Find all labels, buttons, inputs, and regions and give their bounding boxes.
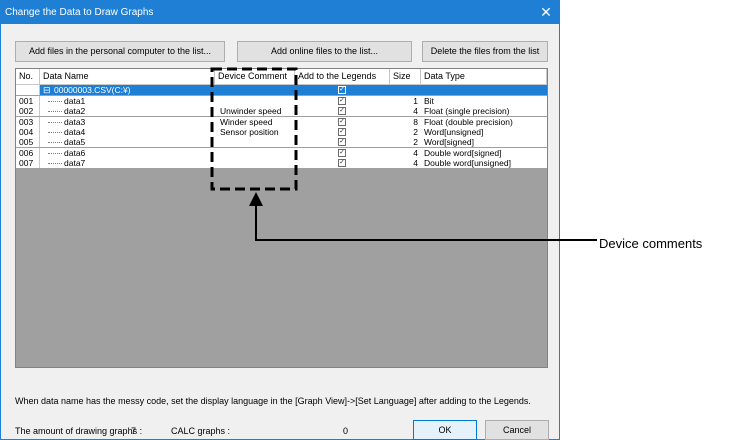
table-row[interactable]: 003 data3 Winder speed ✓ 8 Float (double prec… (16, 116, 547, 127)
data-name-cell: data7 (64, 157, 86, 168)
data-type-cell: Word[signed] (424, 137, 474, 148)
data-name-cell: data3 (64, 116, 86, 127)
calc-graphs-value: 0 (343, 426, 349, 436)
tree-connector (48, 142, 62, 144)
dialog-title: Change the Data to Draw Graphs (5, 7, 154, 18)
row-number: 002 (16, 106, 40, 117)
legend-checkbox[interactable]: ✓ (338, 117, 346, 126)
file-name: 00000003.CSV(C:¥) (54, 85, 131, 95)
column-header-data-type[interactable]: Data Type (421, 69, 547, 85)
delete-files-button[interactable]: Delete the files from the list (422, 41, 548, 62)
add-pc-files-button[interactable]: Add files in the personal computer to th… (15, 41, 225, 62)
row-number: 001 (16, 96, 40, 106)
data-type-cell: Double word[signed] (424, 147, 502, 158)
collapse-icon[interactable]: ⊟ (43, 85, 51, 95)
legend-checkbox[interactable]: ✓ (338, 138, 346, 147)
data-grid[interactable]: No. Data Name Device Comment Add to the … (15, 68, 548, 368)
data-type-cell: Float (double precision) (424, 116, 513, 127)
legend-checkbox[interactable]: ✓ (338, 148, 346, 157)
size-cell: 1 (413, 96, 418, 106)
data-type-cell: Word[unsigned] (424, 126, 484, 137)
tree-connector (48, 111, 62, 113)
column-header-no[interactable]: No. (16, 69, 40, 85)
cancel-button[interactable]: Cancel (485, 420, 549, 440)
column-header-device-comment[interactable]: Device Comment (215, 69, 295, 85)
row-number: 007 (16, 157, 40, 168)
device-comment-cell: Unwinder speed (220, 106, 282, 117)
data-type-cell: Bit (424, 96, 434, 106)
messy-code-note: When data name has the messy code, set t… (15, 396, 531, 406)
tree-connector (48, 152, 62, 154)
size-cell: 2 (413, 126, 418, 137)
legend-checkbox[interactable]: ✓ (338, 158, 346, 167)
drawing-graphs-label: The amount of drawing graphs : (15, 426, 143, 436)
table-row[interactable]: 001 data1 ✓ 1 Bit (16, 96, 547, 106)
legend-checkbox[interactable]: ✓ (338, 107, 346, 116)
row-number: 003 (16, 116, 40, 127)
data-type-cell: Double word[unsigned] (424, 157, 511, 168)
title-bar: Change the Data to Draw Graphs ✕ (1, 1, 559, 24)
row-number-cell (16, 85, 40, 95)
device-comment-cell: Winder speed (220, 116, 273, 127)
row-number: 006 (16, 147, 40, 158)
device-comment-cell: Sensor position (220, 126, 279, 137)
data-name-cell: data6 (64, 147, 86, 158)
legend-checkbox[interactable]: ✓ (338, 97, 346, 105)
tree-connector (48, 121, 62, 123)
legend-checkbox[interactable]: ✓ (338, 127, 346, 136)
table-row[interactable]: 005 data5 ✓ 2 Word[signed] (16, 137, 547, 148)
add-online-files-button[interactable]: Add online files to the list... (237, 41, 412, 62)
size-cell: 4 (413, 147, 418, 158)
column-header-data-name[interactable]: Data Name (40, 69, 215, 85)
data-name-cell: data1 (64, 96, 86, 106)
drawing-graphs-value: 7 (131, 426, 137, 436)
table-row[interactable]: 007 data7 ✓ 4 Double word[unsigned] (16, 157, 547, 168)
size-cell: 8 (413, 116, 418, 127)
column-header-add-to-legends[interactable]: Add to the Legends (295, 69, 390, 85)
table-row[interactable]: 004 data4 Sensor position ✓ 2 Word[unsigned] (16, 126, 547, 137)
data-name-cell: data2 (64, 106, 86, 117)
size-cell: 4 (413, 106, 418, 117)
file-row[interactable]: ⊟ 00000003.CSV(C:¥) ✓ (16, 85, 547, 95)
row-number: 005 (16, 137, 40, 148)
close-icon[interactable]: ✕ (537, 3, 555, 21)
ok-button[interactable]: OK (413, 420, 477, 440)
file-legend-checkbox[interactable]: ✓ (338, 86, 346, 94)
table-row[interactable]: 002 data2 Unwinder speed ✓ 4 Float (single pr… (16, 106, 547, 117)
tree-connector (48, 101, 62, 102)
data-type-cell: Float (single precision) (424, 106, 510, 117)
size-cell: 2 (413, 137, 418, 148)
data-name-cell: data4 (64, 126, 86, 137)
column-header-size[interactable]: Size (390, 69, 421, 85)
table-row[interactable]: 006 data6 ✓ 4 Double word[signed] (16, 147, 547, 158)
device-comments-annotation: Device comments (599, 236, 703, 251)
tree-connector (48, 131, 62, 133)
row-background (16, 96, 547, 106)
row-number: 004 (16, 126, 40, 137)
size-cell: 4 (413, 157, 418, 168)
calc-graphs-label: CALC graphs : (171, 426, 231, 436)
data-name-cell: data5 (64, 137, 86, 148)
tree-connector (48, 162, 62, 164)
change-data-dialog: Change the Data to Draw Graphs ✕ Add fil… (0, 0, 560, 440)
